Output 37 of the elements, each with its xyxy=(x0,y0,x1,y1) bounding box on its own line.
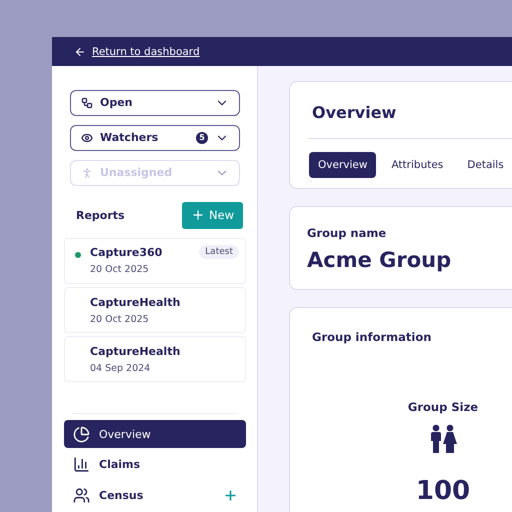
person-icon xyxy=(81,166,93,179)
plus-icon xyxy=(190,208,205,222)
tab[interactable]: Details xyxy=(458,152,512,178)
eye-icon xyxy=(81,132,93,144)
nodes-icon xyxy=(81,96,93,109)
pie-chart-icon xyxy=(73,426,90,442)
bar-chart-icon xyxy=(73,456,90,474)
latest-badge: Latest xyxy=(199,244,239,259)
report-name: Capture360 xyxy=(90,246,164,260)
report-card[interactable]: CaptureHealth 20 Oct 2025 xyxy=(64,286,246,334)
tab[interactable]: Overview xyxy=(309,152,376,178)
back-arrow-icon xyxy=(74,46,86,58)
nav-item[interactable]: Census xyxy=(64,481,246,510)
group-name: Acme Group xyxy=(307,248,452,272)
filter-dropdown[interactable]: Open xyxy=(70,90,240,116)
report-name: CaptureHealth xyxy=(90,344,182,358)
count-badge: 5 xyxy=(196,132,208,144)
back-link[interactable]: Return to dashboard xyxy=(92,46,200,58)
tab[interactable]: Attributes xyxy=(382,152,452,178)
report-card[interactable]: CaptureHealth 04 Sep 2024 xyxy=(64,336,246,382)
section-title: Group information xyxy=(312,330,432,344)
report-date: 20 Oct 2025 xyxy=(90,264,150,276)
stat-label: Group Size xyxy=(408,400,478,414)
report-date: 20 Oct 2025 xyxy=(90,314,150,325)
nav-item[interactable]: Claims xyxy=(64,450,246,478)
report-date: 04 Sep 2024 xyxy=(90,362,152,374)
add-icon[interactable] xyxy=(223,488,238,503)
nav-item[interactable]: Overview xyxy=(64,420,246,448)
reports-heading: Reports xyxy=(76,208,125,222)
stat-value: 100 xyxy=(416,478,470,504)
report-name: CaptureHealth xyxy=(90,296,182,309)
users-icon xyxy=(73,486,90,504)
people-icon xyxy=(428,424,458,454)
page-title: Overview xyxy=(311,102,398,124)
report-card[interactable]: Capture360 20 Oct 2025 Latest xyxy=(64,238,246,284)
field-label: Group name xyxy=(307,226,388,240)
filter-dropdown[interactable]: Watchers 5 xyxy=(70,124,240,151)
